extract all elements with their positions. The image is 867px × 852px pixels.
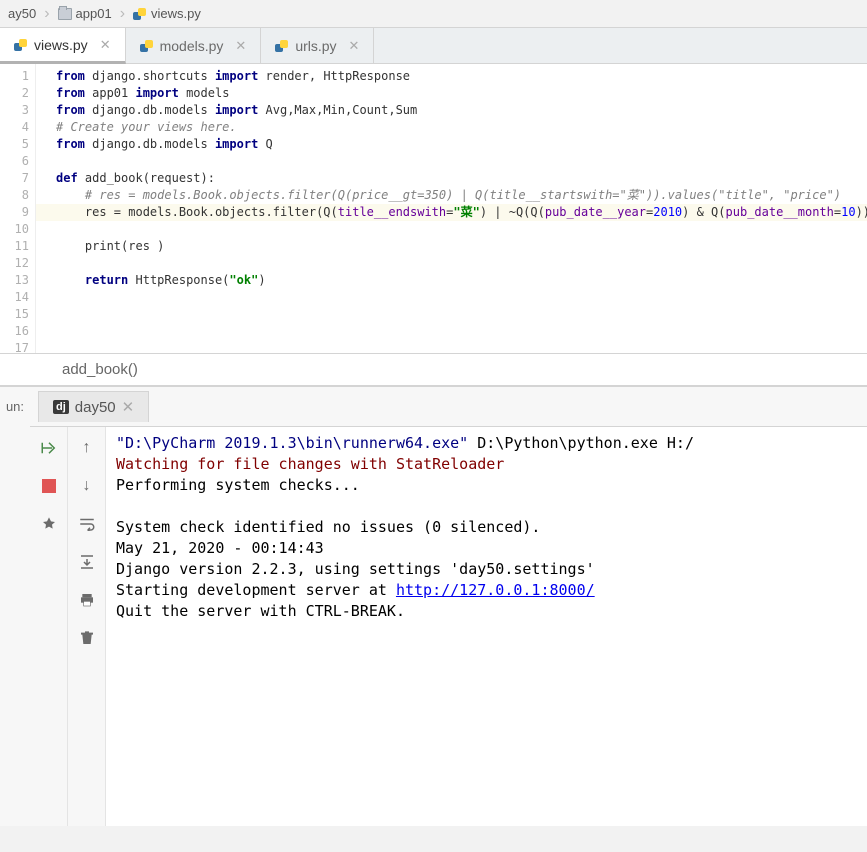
python-file-icon [14,38,28,52]
structure-breadcrumb[interactable]: add_book() [0,354,867,386]
console-output[interactable]: "D:\PyCharm 2019.1.3\bin\runnerw64.exe" … [106,427,867,826]
breadcrumb-item[interactable]: app01 [54,4,116,23]
run-toolbar-right: ↑ ↓ [68,427,106,826]
tab-urls[interactable]: urls.py ✕ [261,28,374,63]
server-url-link[interactable]: http://127.0.0.1:8000/ [396,581,595,599]
tab-label: views.py [34,37,88,53]
scroll-to-end-icon[interactable] [76,551,98,573]
breadcrumb-bar: ay50 › app01 › views.py [0,0,867,28]
run-panel: un: dj day50 ✕ ↑ ↓ [0,386,867,826]
run-tabs: dj day50 ✕ [30,387,867,427]
tab-views[interactable]: views.py ✕ [0,28,126,64]
chevron-right-icon: › [44,5,49,23]
code-area[interactable]: from django.shortcuts import render, Htt… [36,64,867,353]
run-toolbar-left [30,427,68,826]
chevron-right-icon: › [120,5,125,23]
code-editor[interactable]: 1234567891011121314151617181920 from dja… [0,64,867,354]
run-label: un: [0,387,30,826]
python-file-icon [140,39,154,53]
stop-icon[interactable] [38,475,60,497]
function-crumb[interactable]: add_book() [62,361,138,378]
run-tab-day50[interactable]: dj day50 ✕ [38,391,149,422]
django-icon: dj [53,400,69,414]
editor-tabs: views.py ✕ models.py ✕ urls.py ✕ [0,28,867,64]
arrow-down-icon[interactable]: ↓ [76,475,98,497]
arrow-up-icon[interactable]: ↑ [76,437,98,459]
python-file-icon [275,39,289,53]
close-icon[interactable]: ✕ [349,38,360,54]
rerun-icon[interactable] [38,437,60,459]
tab-label: urls.py [295,38,336,54]
run-tab-label: day50 [75,399,116,416]
trash-icon[interactable] [76,627,98,649]
breadcrumb-item[interactable]: views.py [129,4,205,23]
tab-models[interactable]: models.py ✕ [126,28,262,63]
line-gutter: 1234567891011121314151617181920 [0,64,36,353]
breadcrumb-item[interactable]: ay50 [4,4,40,23]
soft-wrap-icon[interactable] [76,513,98,535]
pin-icon[interactable] [38,513,60,535]
python-file-icon [133,7,147,21]
close-icon[interactable]: ✕ [100,37,111,53]
print-icon[interactable] [76,589,98,611]
tab-label: models.py [160,38,224,54]
folder-icon [58,8,72,20]
close-icon[interactable]: ✕ [122,398,135,416]
close-icon[interactable]: ✕ [235,38,246,54]
